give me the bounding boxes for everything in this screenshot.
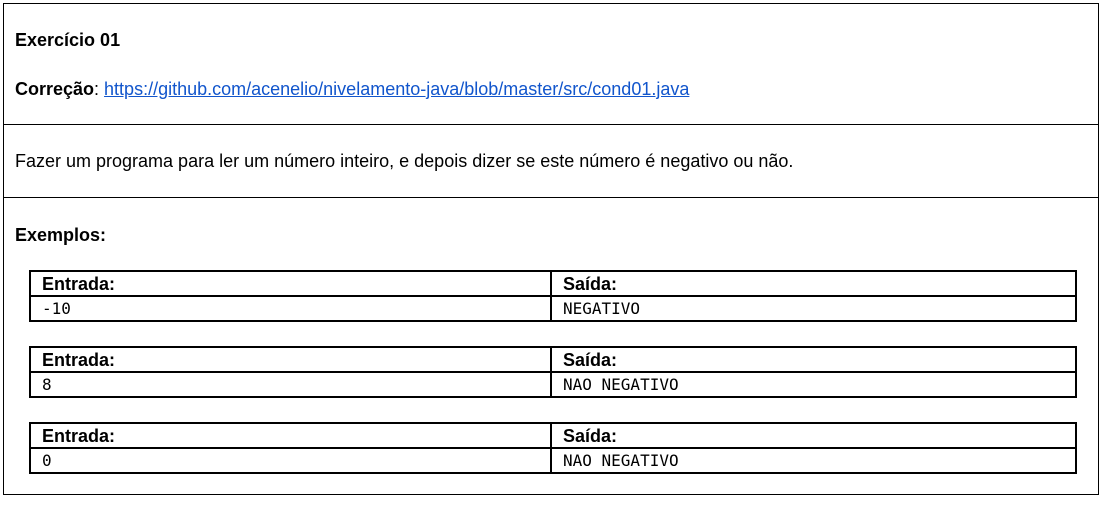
correction-link[interactable]: https://github.com/acenelio/nivelamento-…	[104, 79, 689, 99]
example-table-2: Entrada: Saída: 8 NAO NEGATIVO	[29, 346, 1077, 398]
example-table-3: Entrada: Saída: 0 NAO NEGATIVO	[29, 422, 1077, 474]
example-output: NAO NEGATIVO	[550, 371, 1077, 398]
exercise-description-section: Fazer um programa para ler um número int…	[4, 125, 1098, 198]
example-table-1: Entrada: Saída: -10 NEGATIVO	[29, 270, 1077, 322]
exercise-title: Exercício 01	[15, 30, 121, 50]
output-header: Saída:	[550, 422, 1077, 449]
example-input: 8	[29, 371, 552, 398]
output-header: Saída:	[550, 270, 1077, 297]
examples-title: Exemplos:	[15, 225, 107, 245]
exercise-description: Fazer um programa para ler um número int…	[15, 151, 794, 171]
example-input: 0	[29, 447, 552, 474]
example-output: NEGATIVO	[550, 295, 1077, 322]
input-header: Entrada:	[29, 422, 552, 449]
output-header: Saída:	[550, 346, 1077, 373]
input-header: Entrada:	[29, 346, 552, 373]
example-output: NAO NEGATIVO	[550, 447, 1077, 474]
example-input: -10	[29, 295, 552, 322]
examples-section: Exemplos: Entrada: Saída: -10 NEGATIVO E…	[4, 198, 1098, 494]
correction-label: Correção	[15, 79, 95, 99]
correction-separator: :	[94, 79, 105, 99]
exercise-card: Exercício 01 Correção: https://github.co…	[3, 3, 1099, 495]
input-header: Entrada:	[29, 270, 552, 297]
exercise-header: Exercício 01 Correção: https://github.co…	[4, 4, 1098, 125]
correction-line: Correção: https://github.com/acenelio/ni…	[15, 79, 689, 100]
